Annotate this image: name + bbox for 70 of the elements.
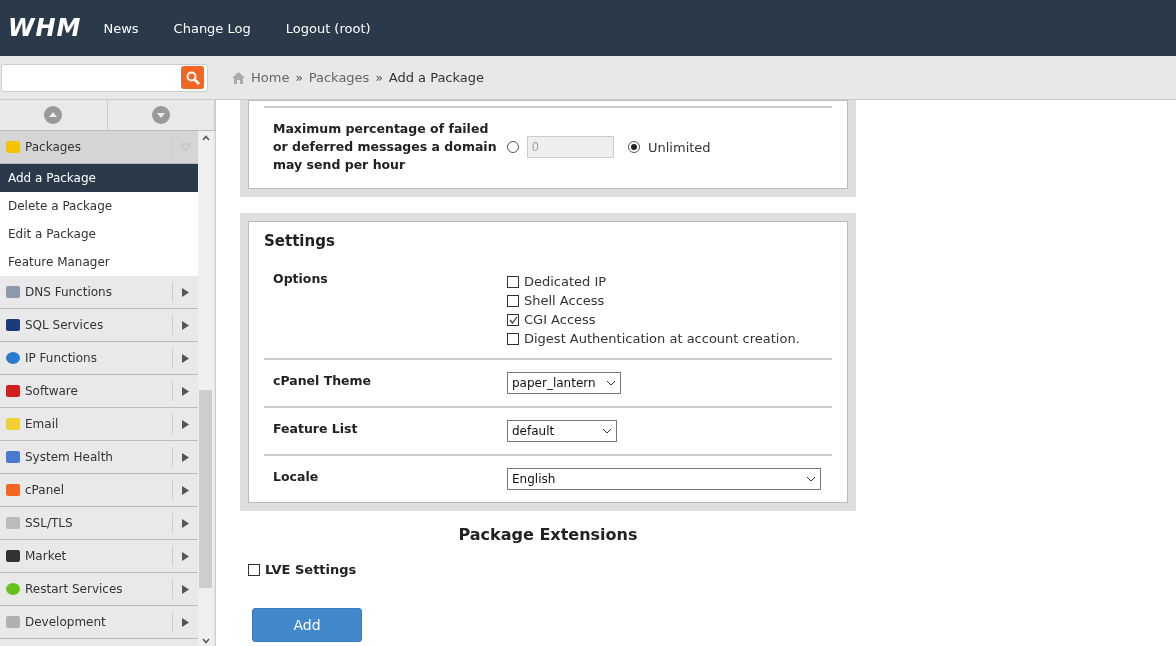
field-label: Locale [273,468,320,486]
up-caret-icon [201,135,210,141]
chevron-down-icon [602,428,612,434]
caret-icon [181,584,190,594]
category-icon [5,614,21,630]
add-button[interactable]: Add [252,608,362,642]
checkbox-label: Shell Access [524,293,605,308]
sidebar-item[interactable]: Edit a Package [0,220,198,248]
caret-icon [181,353,190,363]
checkbox-label: LVE Settings [265,562,357,577]
breadcrumb-separator: » [295,70,303,85]
category-icon [5,449,21,465]
category-icon [5,383,21,399]
category-icon [5,581,21,597]
category-icon [5,317,21,333]
page-title: Add a Package [388,70,485,85]
checkbox-label: Dedicated IP [524,274,607,289]
category-icon [5,284,21,300]
search-button[interactable] [181,66,204,89]
field-label: Options [273,270,329,288]
caret-icon [181,551,190,561]
nav-link[interactable]: News [103,20,139,36]
caret-icon [181,386,190,396]
nav-link[interactable]: Change Log [173,20,251,36]
caret-icon [181,320,190,330]
caret-icon [181,142,190,152]
dropdown[interactable]: paper_lantern [507,372,621,394]
nav-link[interactable]: Logout (root) [285,20,371,36]
sidebar-item[interactable]: Feature Manager [0,248,198,276]
checkbox[interactable] [507,313,519,326]
caret-icon [181,287,190,297]
down-caret-icon [201,638,210,644]
category-icon [5,548,21,564]
chevron-down-icon [606,380,616,386]
sidebar-item[interactable]: Delete a Package [0,192,198,220]
radio-label: Unlimited [648,139,711,155]
home-icon [232,71,245,84]
section-heading: Package Extensions [457,525,639,544]
category-icon [5,416,21,432]
checkbox[interactable] [507,275,519,288]
field-label: cPanel Theme [273,372,373,390]
category-icon [5,139,21,155]
breadcrumb-link[interactable]: Packages [308,70,370,85]
breadcrumb-separator: » [375,70,383,85]
chevron-down-icon [806,476,816,482]
caret-icon [181,452,190,462]
section-title: Settings [264,231,336,252]
field-label: Maximum percentage of failed or deferred messages a domain may send per hour [273,120,498,174]
category-icon [5,350,21,366]
caret-icon [181,485,190,495]
caret-icon [181,617,190,627]
sidebar-item[interactable]: Add a Package [0,164,198,192]
dropdown[interactable]: default [507,420,617,442]
checkbox-label: Digest Authentication at account creation. [524,331,800,346]
sidebar-category[interactable]: Packages [0,131,198,164]
checkbox[interactable] [248,563,260,576]
dropdown[interactable]: English [507,468,821,490]
category-icon [5,482,21,498]
category-icon [5,515,21,531]
caret-icon [181,419,190,429]
checkbox-label: CGI Access [524,312,596,327]
logo: WHM [8,14,82,42]
checkbox[interactable] [507,332,519,345]
search-icon [185,70,200,85]
scrollbar[interactable] [198,131,213,646]
caret-icon [181,518,190,528]
search-field[interactable] [1,63,208,92]
checkbox[interactable] [507,294,519,307]
field-label: Feature List [273,420,359,438]
breadcrumb-link[interactable]: Home [251,70,290,85]
